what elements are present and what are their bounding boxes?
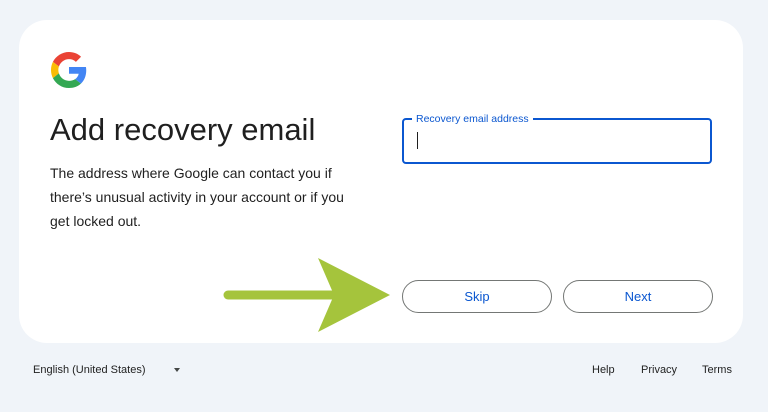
- caret-down-icon: [173, 368, 180, 372]
- text-cursor: [417, 132, 418, 149]
- terms-link[interactable]: Terms: [702, 364, 732, 376]
- skip-button[interactable]: Skip: [402, 280, 552, 313]
- footer: English (United States) Help Privacy Ter…: [0, 362, 768, 382]
- next-button[interactable]: Next: [563, 280, 713, 313]
- recovery-email-input[interactable]: [416, 129, 700, 153]
- recovery-email-field[interactable]: Recovery email address: [402, 112, 712, 164]
- language-label: English (United States): [33, 364, 146, 376]
- arrow-right-icon: [223, 258, 390, 332]
- google-logo-icon: [51, 52, 87, 88]
- recovery-email-label: Recovery email address: [412, 112, 533, 126]
- help-link[interactable]: Help: [592, 364, 615, 376]
- privacy-link[interactable]: Privacy: [641, 364, 677, 376]
- page-description: The address where Google can contact you…: [50, 165, 344, 229]
- language-selector[interactable]: English (United States): [33, 364, 180, 376]
- page-title: Add recovery email: [50, 112, 316, 147]
